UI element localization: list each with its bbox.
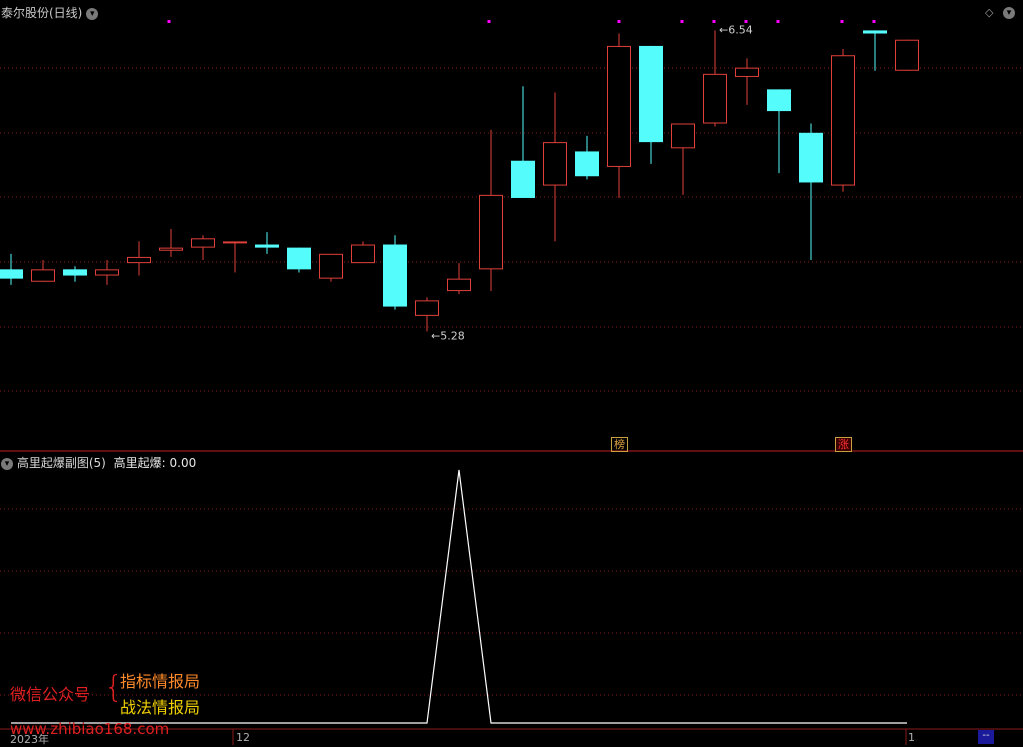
- axis-end-marker[interactable]: --: [978, 730, 994, 744]
- watermark-prefix: 微信公众号: [10, 685, 91, 704]
- candle-body: [607, 45, 631, 167]
- chevron-down-icon[interactable]: ▾: [86, 7, 99, 20]
- event-marker: [167, 20, 171, 23]
- candle-body: [319, 253, 343, 279]
- candle-body: [639, 45, 663, 143]
- candle-body: [767, 89, 791, 112]
- date-label-dec: 12: [236, 731, 250, 744]
- candle-body: [479, 194, 503, 270]
- low-price-label: ←5.28: [431, 329, 465, 342]
- panel-controls: ◇ ▾: [985, 6, 1015, 19]
- stock-title[interactable]: 泰尔股份(日线): [1, 6, 82, 20]
- watermark-line1: 指标情报局: [120, 672, 201, 691]
- candle-body: [0, 269, 23, 279]
- event-marker: [712, 20, 716, 23]
- candle-body: [63, 269, 87, 276]
- candle-body: [703, 73, 727, 124]
- candle-body: [383, 244, 407, 307]
- price-panel-header: 泰尔股份(日线) ▾: [1, 4, 99, 21]
- candle-body: [735, 67, 759, 77]
- candle-body: [287, 247, 311, 270]
- event-marker: [487, 20, 491, 23]
- candle-body: [511, 160, 535, 198]
- candle-body: [447, 278, 471, 292]
- high-price-label: ←6.54: [719, 23, 753, 36]
- candle-body: [127, 256, 151, 264]
- event-marker: [872, 20, 876, 23]
- indicator-title[interactable]: 高里起爆副图(5): [17, 456, 106, 470]
- candle-body: [831, 55, 855, 186]
- candle-body: [159, 247, 183, 251]
- candle-body: [95, 269, 119, 276]
- diamond-icon[interactable]: ◇: [985, 6, 993, 19]
- candle-body: [191, 238, 215, 248]
- candle-body: [543, 142, 567, 186]
- chevron-down-icon[interactable]: ▾: [1, 457, 13, 470]
- candle-body: [255, 244, 279, 248]
- candle-body: [863, 30, 887, 34]
- candle-body: [223, 241, 247, 244]
- badge-zhang[interactable]: 涨: [835, 437, 852, 452]
- candle-body: [799, 132, 823, 183]
- candle-body: [415, 300, 439, 316]
- candle-body: [31, 269, 55, 282]
- gear-icon[interactable]: ▾: [1003, 7, 1015, 19]
- event-marker: [776, 20, 780, 23]
- candle-body: [351, 244, 375, 264]
- badge-bang[interactable]: 榜: [611, 437, 628, 452]
- watermark-line2: 战法情报局: [120, 698, 201, 717]
- chart-canvas[interactable]: ←6.54 ←5.28: [0, 0, 1023, 745]
- indicator-panel-header: ▾ 高里起爆副图(5) 高里起爆: 0.00: [1, 454, 196, 471]
- candle-body: [671, 123, 695, 149]
- date-label-jan: 1: [908, 731, 915, 744]
- candle-body: [575, 151, 599, 177]
- event-marker: [680, 20, 684, 23]
- candle-body: [895, 39, 919, 71]
- event-marker: [617, 20, 621, 23]
- event-marker: [840, 20, 844, 23]
- indicator-value: 高里起爆: 0.00: [113, 456, 197, 470]
